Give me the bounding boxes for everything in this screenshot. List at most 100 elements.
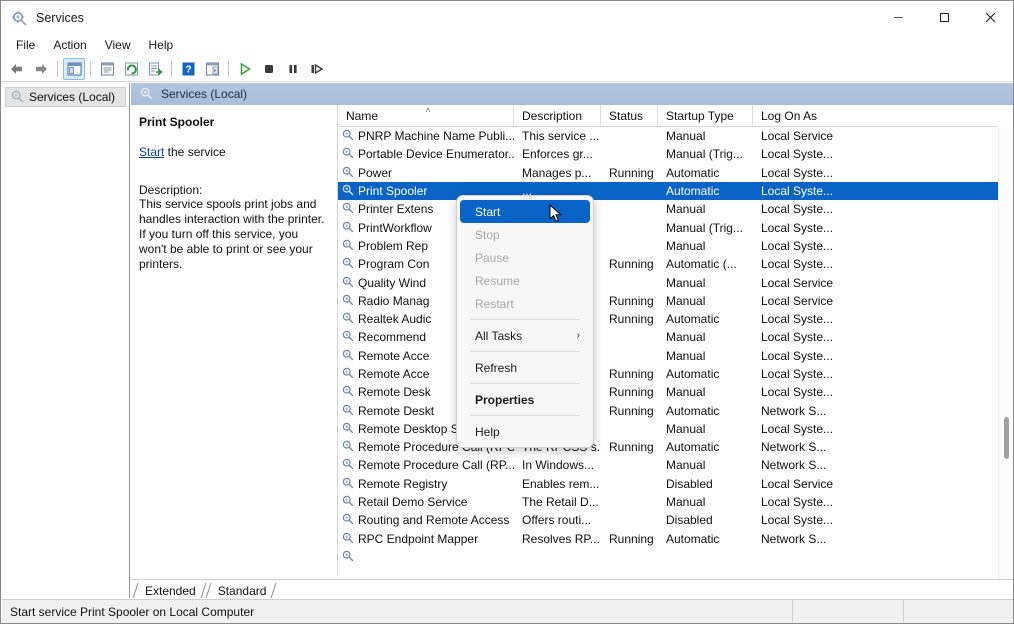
table-row[interactable]: Portable Device Enumerator...Enforces gr…	[338, 145, 998, 163]
description-text: Enforces gr...	[522, 147, 593, 161]
context-menu-item-properties[interactable]: Properties	[460, 388, 590, 411]
cell-startup-type: Automatic	[658, 532, 753, 546]
cell-startup-type: Manual	[658, 239, 753, 253]
svg-text:?: ?	[185, 64, 191, 75]
show-hide-action-pane-icon[interactable]	[201, 58, 223, 80]
scrollbar-thumb[interactable]	[1004, 417, 1009, 459]
cell-description: Enables rem...	[514, 477, 601, 491]
table-row[interactable]: Recommend ManualLocal Syste...	[338, 328, 998, 346]
table-row[interactable]: Realtek AudicRunningAutomaticLocal Syste…	[338, 310, 998, 328]
log-on-as-text: Local Syste...	[761, 385, 833, 399]
menu-view[interactable]: View	[96, 35, 140, 55]
cell-startup-type: Manual	[658, 495, 753, 509]
service-gear-icon	[341, 439, 354, 455]
log-on-as-text: Local Syste...	[761, 147, 833, 161]
pause-service-icon[interactable]	[282, 58, 304, 80]
context-menu-item-refresh[interactable]: Refresh	[460, 356, 590, 379]
log-on-as-text: Local Service	[761, 276, 833, 290]
sidebar-item-services-local[interactable]: Services (Local)	[5, 87, 126, 107]
export-list-icon[interactable]	[144, 58, 166, 80]
table-row[interactable]: Program ConRunningAutomatic (...Local Sy…	[338, 255, 998, 273]
log-on-as-text: Network S...	[761, 440, 826, 454]
table-row[interactable]: PowerManages p...RunningAutomaticLocal S…	[338, 164, 998, 182]
tab-label: Extended	[145, 584, 196, 598]
menu-action[interactable]: Action	[44, 35, 95, 55]
context-menu-item-restart: Restart	[460, 292, 590, 315]
service-name-text: Remote Procedure Call (RP...	[358, 458, 514, 472]
table-row[interactable]: Remote Procedure Call (RPC)The RPCSS s..…	[338, 438, 998, 456]
description-text: This service ...	[522, 129, 599, 143]
table-row[interactable]: Retail Demo ServiceThe Retail D...Manual…	[338, 493, 998, 511]
tab-standard[interactable]: Standard	[206, 581, 277, 600]
restart-service-icon[interactable]	[306, 58, 328, 80]
service-gear-icon	[341, 403, 354, 419]
column-header-startup-type[interactable]: Startup Type	[658, 105, 753, 127]
vertical-scrollbar[interactable]	[998, 127, 1013, 598]
table-row[interactable]: Printer ExtensManualLocal Syste...	[338, 200, 998, 218]
service-name-text: Power	[358, 166, 392, 180]
column-header-log-on-as[interactable]: Log On As	[753, 105, 853, 127]
maximize-button[interactable]	[921, 1, 967, 34]
status-text: Running	[609, 312, 654, 326]
table-row[interactable]: Remote RegistryEnables rem...DisabledLoc…	[338, 475, 998, 493]
column-header-description[interactable]: Description	[514, 105, 601, 127]
column-header-name[interactable]: Name ˄	[338, 105, 514, 127]
table-row[interactable]: Quality WindManualLocal Service	[338, 273, 998, 291]
table-row[interactable]	[338, 548, 998, 566]
menu-help[interactable]: Help	[140, 35, 183, 55]
table-row[interactable]: Remote Procedure Call (RP...In Windows..…	[338, 456, 998, 474]
service-gear-icon	[341, 329, 354, 345]
cell-startup-type: Manual	[658, 385, 753, 399]
startup-type-text: Manual	[666, 458, 705, 472]
table-row[interactable]: Routing and Remote AccessOffers routi...…	[338, 511, 998, 529]
status-divider	[903, 600, 904, 624]
table-row[interactable]: RPC Endpoint MapperResolves RP...Running…	[338, 530, 998, 548]
log-on-as-text: Local Service	[761, 477, 833, 491]
table-row[interactable]: Remote Desktop Services U...Allows the r…	[338, 420, 998, 438]
refresh-icon[interactable]	[120, 58, 142, 80]
context-menu-item-all-tasks[interactable]: All Tasks›	[460, 324, 590, 347]
cell-status: Running	[601, 404, 658, 418]
properties-icon[interactable]	[96, 58, 118, 80]
table-row[interactable]: Remote Desks...RunningManualLocal Syste.…	[338, 383, 998, 401]
table-row[interactable]: Remote Deskt/...RunningAutomaticNetwork …	[338, 401, 998, 419]
table-row[interactable]: Radio ManagRunningManualLocal Service	[338, 292, 998, 310]
minimize-button[interactable]	[875, 1, 921, 34]
table-row[interactable]: Problem RepManualLocal Syste...	[338, 237, 998, 255]
context-menu-item-start[interactable]: Start	[460, 200, 590, 223]
table-row[interactable]: PNRP Machine Name Publi...This service .…	[338, 127, 998, 145]
detail-action-suffix: the service	[164, 145, 225, 159]
cell-name: Power	[338, 165, 514, 181]
cell-log-on-as: Local Service	[753, 129, 863, 143]
column-header-status[interactable]: Status	[601, 105, 658, 127]
table-row[interactable]: PrintWorkflowManual (Trig...Local Syste.…	[338, 218, 998, 236]
forward-arrow-icon[interactable]	[30, 58, 52, 80]
service-name-text: Routing and Remote Access	[358, 513, 509, 527]
service-name-text: Problem Rep	[358, 239, 428, 253]
cell-status: Running	[601, 367, 658, 381]
start-service-link[interactable]: Start	[139, 145, 164, 159]
start-service-icon[interactable]	[234, 58, 256, 80]
view-tabs: Extended Standard	[131, 579, 1013, 600]
cell-log-on-as: Local Syste...	[753, 330, 863, 344]
back-arrow-icon[interactable]	[6, 58, 28, 80]
help-icon[interactable]: ?	[177, 58, 199, 80]
context-menu-item-help[interactable]: Help	[460, 420, 590, 443]
cell-startup-type: Manual	[658, 330, 753, 344]
startup-type-text: Automatic	[666, 367, 719, 381]
context-menu-item-label: Start	[475, 205, 500, 219]
menu-file[interactable]: File	[7, 35, 44, 55]
startup-type-text: Manual	[666, 276, 705, 290]
show-hide-console-tree-icon[interactable]	[63, 58, 85, 80]
tab-extended[interactable]: Extended	[133, 581, 206, 600]
close-button[interactable]	[967, 1, 1013, 34]
service-name-text: Recommend	[358, 330, 426, 344]
service-gear-icon	[341, 348, 354, 364]
log-on-as-text: Local Syste...	[761, 257, 833, 271]
table-row[interactable]: Remote AcceRunningAutomaticLocal Syste..…	[338, 365, 998, 383]
stop-service-icon[interactable]	[258, 58, 280, 80]
table-row[interactable]: Print Spooler...AutomaticLocal Syste...	[338, 182, 998, 200]
service-name-text: Retail Demo Service	[358, 495, 467, 509]
table-row[interactable]: Remote AcceManualLocal Syste...	[338, 347, 998, 365]
cell-log-on-as: Network S...	[753, 404, 863, 418]
